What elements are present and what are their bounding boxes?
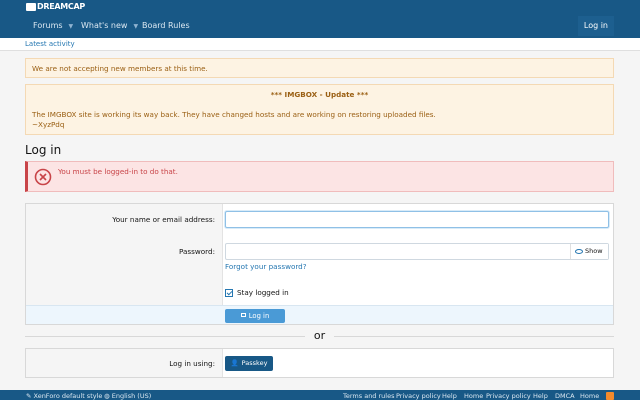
name-email-input[interactable] <box>225 211 609 228</box>
or-text: or <box>313 329 326 342</box>
passkey-button[interactable]: 👤 Passkey <box>225 356 273 371</box>
nav-forums[interactable]: Forums ▼ <box>33 14 73 38</box>
stay-logged-in-label: Stay logged in <box>237 288 289 297</box>
logo-text: DREAMCAP <box>37 2 85 11</box>
top-header: DREAMCAP <box>0 0 640 14</box>
nav-forums-label: Forums <box>33 21 63 30</box>
registration-notice: We are not accepting new members at this… <box>25 58 614 78</box>
footer-link-home[interactable]: Home <box>464 390 483 400</box>
footer-link-help[interactable]: Help <box>442 390 457 400</box>
logo-icon <box>26 3 36 11</box>
imgbox-notice-title: *** IMGBOX - Update *** <box>270 90 369 99</box>
imgbox-notice-body: The IMGBOX site is working its way back.… <box>32 110 436 130</box>
passkey-label: Log in using: <box>169 359 215 368</box>
lock-icon <box>240 313 246 317</box>
globe-icon: ◍ <box>104 392 110 400</box>
latest-activity-link[interactable]: Latest activity <box>25 40 75 49</box>
error-x-circle-icon <box>34 168 52 186</box>
footer-link-privacy[interactable]: Privacy policy <box>396 390 441 400</box>
style-chooser[interactable]: ✎ XenForo default style <box>26 390 102 400</box>
show-password-label: Show <box>585 247 603 255</box>
name-label: Your name or email address: <box>112 215 215 224</box>
main-nav: Forums ▼ What's new ▼ Board Rules Log in <box>0 14 640 38</box>
nav-board-rules[interactable]: Board Rules <box>142 14 190 38</box>
forgot-password-link[interactable]: Forgot your password? <box>225 262 307 272</box>
language-chooser-label: English (US) <box>111 392 152 400</box>
chevron-down-icon[interactable]: ▼ <box>133 23 138 30</box>
or-separator: or <box>25 329 614 343</box>
nav-whats-new-label: What's new <box>81 21 128 30</box>
nav-whats-new[interactable]: What's new ▼ <box>81 14 138 38</box>
imgbox-notice-sign: ~XyzPdq <box>32 120 65 129</box>
form-submit-row: Log in <box>26 305 613 324</box>
imgbox-notice: *** IMGBOX - Update *** The IMGBOX site … <box>25 84 614 135</box>
footer-link-privacy-2[interactable]: Privacy policy <box>486 390 531 400</box>
user-key-icon: 👤 <box>230 359 239 367</box>
site-logo[interactable]: DREAMCAP <box>26 2 85 12</box>
footer-link-dmca[interactable]: DMCA <box>555 390 575 400</box>
error-message-box: You must be logged-in to do that. <box>25 161 614 192</box>
login-submit-label: Log in <box>248 312 270 320</box>
show-password-toggle[interactable]: Show <box>570 244 608 259</box>
sub-nav: Latest activity <box>0 38 640 51</box>
stay-logged-in-checkbox[interactable] <box>225 289 233 297</box>
imgbox-notice-text: The IMGBOX site is working its way back.… <box>32 110 436 119</box>
footer-link-terms[interactable]: Terms and rules <box>343 390 395 400</box>
style-chooser-label: XenForo default style <box>33 392 103 400</box>
registration-notice-text: We are not accepting new members at this… <box>32 64 208 73</box>
chevron-down-icon[interactable]: ▼ <box>69 23 74 30</box>
paint-brush-icon: ✎ <box>26 392 32 400</box>
language-chooser[interactable]: ◍ English (US) <box>104 390 151 400</box>
header-login-button[interactable]: Log in <box>577 16 614 36</box>
footer-link-home-2[interactable]: Home <box>580 390 599 400</box>
password-field[interactable]: Show <box>225 243 609 260</box>
login-submit-button[interactable]: Log in <box>225 309 285 323</box>
footer-link-help-2[interactable]: Help <box>533 390 548 400</box>
error-message-text: You must be logged-in to do that. <box>58 167 178 176</box>
page-footer: ✎ XenForo default style ◍ English (US) T… <box>0 390 640 400</box>
login-form: Your name or email address: Password: Sh… <box>25 203 614 325</box>
page-title: Log in <box>25 143 62 157</box>
passkey-login-block: Log in using: 👤 Passkey <box>25 348 614 378</box>
nav-board-rules-label: Board Rules <box>142 21 190 30</box>
stay-logged-in-option[interactable]: Stay logged in <box>225 288 289 298</box>
rss-icon[interactable] <box>606 392 614 400</box>
passkey-button-label: Passkey <box>241 359 268 367</box>
eye-icon <box>575 248 583 254</box>
password-label: Password: <box>179 247 215 256</box>
